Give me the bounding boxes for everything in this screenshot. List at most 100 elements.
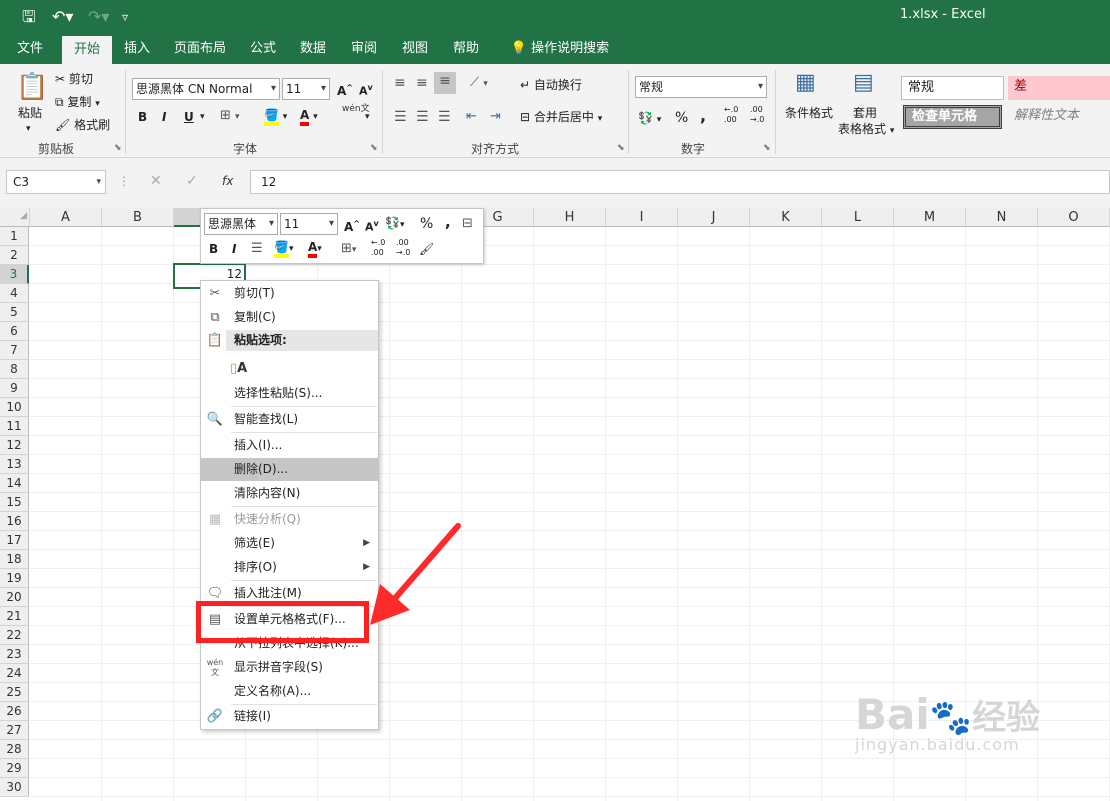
- column-header-b[interactable]: B: [102, 208, 174, 227]
- mini-font-size-combo[interactable]: 11 ▾: [280, 213, 338, 235]
- font-launcher-icon[interactable]: ⬊: [370, 143, 378, 153]
- row-header-23[interactable]: 23: [0, 645, 29, 664]
- decrease-indent-icon[interactable]: ⇤: [466, 108, 477, 126]
- formula-input[interactable]: 12: [250, 170, 1110, 194]
- underline-dropdown-icon[interactable]: ▾: [200, 108, 205, 126]
- row-header-27[interactable]: 27: [0, 721, 29, 740]
- italic-button[interactable]: I: [162, 108, 166, 126]
- menu-item-link[interactable]: 🔗 链接(I): [201, 705, 378, 728]
- accounting-format-icon[interactable]: 💱 ▾: [638, 109, 661, 129]
- name-box[interactable]: C3 ▾: [6, 170, 106, 194]
- row-header-15[interactable]: 15: [0, 493, 29, 512]
- paste-dropdown-icon[interactable]: ▾: [26, 120, 31, 138]
- mini-increase-decimal-icon[interactable]: ←.0.00: [371, 238, 385, 258]
- tab-review[interactable]: 审阅: [343, 34, 385, 64]
- row-header-8[interactable]: 8: [0, 360, 29, 379]
- menu-item-delete[interactable]: 删除(D)...: [201, 458, 378, 481]
- insert-function-button[interactable]: fx: [222, 172, 233, 190]
- mini-accounting-icon[interactable]: 💱▾: [385, 214, 404, 234]
- style-explanatory[interactable]: 解释性文本: [1008, 105, 1110, 129]
- decrease-decimal-icon[interactable]: .00 →.0: [750, 105, 764, 125]
- row-header-26[interactable]: 26: [0, 702, 29, 721]
- mini-decrease-decimal-icon[interactable]: .00 →.0: [396, 238, 410, 258]
- tab-page-layout[interactable]: 页面布局: [168, 34, 232, 64]
- row-header-28[interactable]: 28: [0, 740, 29, 759]
- column-header-i[interactable]: I: [606, 208, 678, 227]
- increase-indent-icon[interactable]: ⇥: [490, 108, 501, 126]
- row-header-25[interactable]: 25: [0, 683, 29, 702]
- paste-keep-text-icon[interactable]: ▯A: [230, 357, 256, 381]
- mini-bold-button[interactable]: B: [209, 240, 218, 258]
- underline-button[interactable]: U: [184, 108, 194, 126]
- increase-decimal-icon[interactable]: ←.0.00: [724, 105, 738, 125]
- font-color-button[interactable]: A ▾: [300, 106, 318, 126]
- save-icon[interactable]: 🖫: [22, 6, 36, 28]
- tell-me-search[interactable]: 💡 操作说明搜索: [505, 34, 615, 64]
- row-header-9[interactable]: 9: [0, 379, 29, 398]
- column-header-a[interactable]: A: [30, 208, 102, 227]
- column-header-l[interactable]: L: [822, 208, 894, 227]
- row-header-1[interactable]: 1: [0, 227, 29, 246]
- menu-item-sort[interactable]: 排序(O) ▶: [201, 556, 378, 579]
- redo-icon[interactable]: ↷▾: [88, 6, 109, 28]
- menu-item-copy[interactable]: ⧉ 复制(C): [201, 306, 378, 329]
- column-header-h[interactable]: H: [534, 208, 606, 227]
- mini-comma-button[interactable]: ,: [445, 213, 451, 231]
- row-header-24[interactable]: 24: [0, 664, 29, 683]
- row-header-6[interactable]: 6: [0, 322, 29, 341]
- select-all-corner[interactable]: ◢: [0, 208, 30, 227]
- tab-view[interactable]: 视图: [394, 34, 436, 64]
- row-header-22[interactable]: 22: [0, 626, 29, 645]
- menu-item-quick-analysis[interactable]: ▦ 快速分析(Q): [201, 508, 378, 531]
- tab-insert[interactable]: 插入: [116, 34, 158, 64]
- row-header-18[interactable]: 18: [0, 550, 29, 569]
- menu-item-show-phonetic[interactable]: wén 文显示拼音字段(S): [201, 656, 378, 679]
- customize-quick-access-icon[interactable]: ▿: [122, 6, 128, 28]
- row-header-5[interactable]: 5: [0, 303, 29, 322]
- column-header-n[interactable]: N: [966, 208, 1038, 227]
- row-header-13[interactable]: 13: [0, 455, 29, 474]
- row-header-3[interactable]: 3: [0, 265, 29, 284]
- mini-percent-button[interactable]: %: [420, 215, 433, 233]
- confirm-entry-icon[interactable]: ✓: [186, 172, 198, 190]
- mini-format-painter-icon[interactable]: 🖌: [419, 240, 434, 258]
- row-header-10[interactable]: 10: [0, 398, 29, 417]
- row-header-19[interactable]: 19: [0, 569, 29, 588]
- copy-button[interactable]: ⧉ 复制 ▾: [55, 93, 100, 113]
- align-left-icon[interactable]: ☰: [394, 108, 407, 126]
- fill-color-button[interactable]: 🪣 ▾: [264, 106, 287, 126]
- conditional-format-icon[interactable]: ▦: [795, 70, 816, 96]
- tab-home[interactable]: 开始: [62, 36, 112, 64]
- style-bad[interactable]: 差: [1008, 76, 1110, 100]
- column-header-k[interactable]: K: [750, 208, 822, 227]
- format-as-table-icon[interactable]: ▤: [853, 70, 874, 96]
- cancel-entry-icon[interactable]: ✕: [150, 172, 162, 190]
- grow-font-button[interactable]: A^: [337, 79, 353, 100]
- tab-file[interactable]: 文件: [8, 34, 52, 64]
- mini-grow-font-icon[interactable]: A^: [344, 215, 360, 236]
- number-format-combo[interactable]: 常规 ▾: [635, 76, 767, 98]
- conditional-format-button[interactable]: 条件格式: [785, 104, 833, 122]
- column-header-m[interactable]: M: [894, 208, 966, 227]
- row-header-11[interactable]: 11: [0, 417, 29, 436]
- column-header-o[interactable]: O: [1038, 208, 1110, 227]
- font-name-combo[interactable]: 思源黑体 CN Normal ▾: [132, 78, 280, 100]
- tab-data[interactable]: 数据: [292, 34, 334, 64]
- borders-icon[interactable]: ⊞ ▾: [220, 107, 240, 126]
- wrap-text-button[interactable]: ↵ 自动换行: [520, 76, 582, 94]
- alignment-launcher-icon[interactable]: ⬊: [617, 143, 625, 153]
- menu-item-cut[interactable]: ✂ 剪切(T): [201, 282, 378, 305]
- mini-fill-color-icon[interactable]: 🪣▾: [274, 238, 293, 258]
- font-size-combo[interactable]: 11 ▾: [282, 78, 330, 100]
- mini-borders-icon[interactable]: ⊞▾: [341, 240, 356, 259]
- menu-item-filter[interactable]: 筛选(E) ▶: [201, 532, 378, 555]
- row-header-14[interactable]: 14: [0, 474, 29, 493]
- shrink-font-button[interactable]: Av: [359, 79, 373, 101]
- align-center-icon[interactable]: ☰: [416, 108, 429, 126]
- row-header-21[interactable]: 21: [0, 607, 29, 626]
- menu-item-smart-lookup[interactable]: 🔍 智能查找(L): [201, 408, 378, 431]
- mini-format-table-icon[interactable]: ⊟: [462, 215, 473, 233]
- align-right-icon[interactable]: ☰: [438, 108, 451, 126]
- mini-shrink-font-icon[interactable]: Av: [365, 215, 379, 237]
- row-header-2[interactable]: 2: [0, 246, 29, 265]
